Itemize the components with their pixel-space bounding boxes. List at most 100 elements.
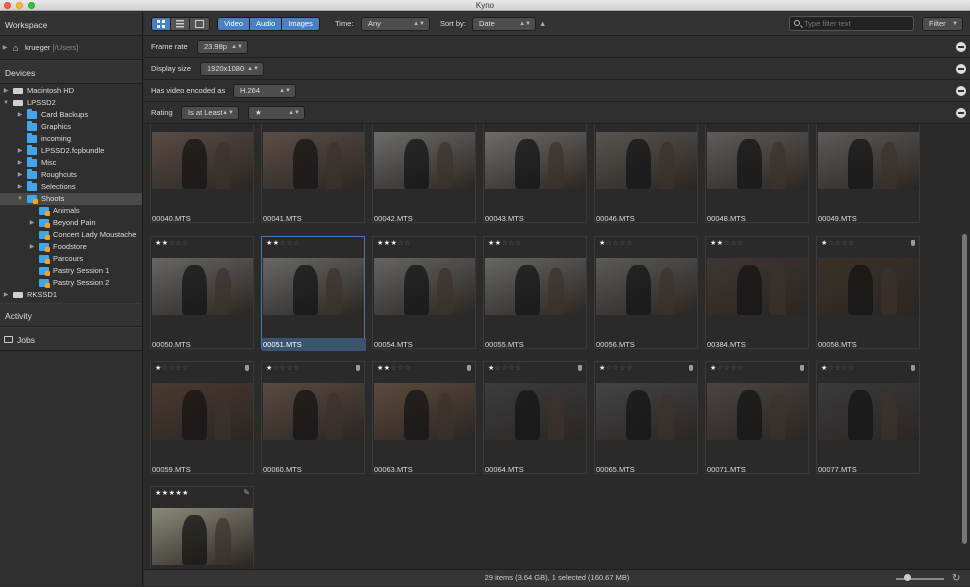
refresh-icon[interactable]: ↻ (952, 571, 960, 587)
star-rating[interactable]: ★☆☆☆☆ (710, 364, 744, 372)
filter-menu-button[interactable]: Filter ▼ (922, 17, 963, 31)
clip-thumbnail[interactable] (152, 258, 253, 315)
jobs-header[interactable]: Jobs (0, 327, 142, 351)
clip-thumbnail[interactable] (596, 258, 697, 315)
clip-tile[interactable]: 00041.MTS (261, 124, 365, 223)
clip-thumbnail[interactable] (818, 383, 919, 440)
tree-item[interactable]: ▶ Roughcuts (0, 169, 142, 181)
sort-direction-button[interactable]: ▲ (539, 18, 546, 30)
remove-filter-button[interactable] (956, 86, 966, 96)
media-type-images-button[interactable]: Images (282, 18, 319, 30)
star-rating[interactable]: ★★☆☆☆ (377, 364, 411, 372)
tree-item[interactable]: ▶ Card Backups (0, 109, 142, 121)
tree-item[interactable]: Pastry Session 2 (0, 277, 142, 289)
clip-tile[interactable]: ★★★★★ ✎ (150, 486, 254, 572)
clip-thumbnail[interactable] (485, 132, 586, 189)
disclosure-icon[interactable]: ▶ (28, 217, 36, 229)
minimize-window-button[interactable] (16, 2, 23, 9)
clip-thumbnail[interactable] (485, 258, 586, 315)
clip-tile[interactable]: ★☆☆☆☆ 00077.MTS (816, 361, 920, 474)
tree-item[interactable]: ▼ LPSSD2 (0, 97, 142, 109)
clip-tile[interactable]: 00042.MTS (372, 124, 476, 223)
star-rating[interactable]: ★☆☆☆☆ (599, 364, 633, 372)
rating-operator-select[interactable]: Is at Least ▲▼ (181, 106, 239, 120)
disclosure-icon[interactable]: ▶ (1, 36, 9, 60)
clip-tile[interactable]: ★☆☆☆☆ 00071.MTS (705, 361, 809, 474)
clip-thumbnail[interactable] (263, 258, 364, 315)
clip-thumbnail[interactable] (374, 132, 475, 189)
star-rating[interactable]: ★☆☆☆☆ (266, 364, 300, 372)
tree-item[interactable]: ▶ Macintosh HD (0, 85, 142, 97)
clip-thumbnail[interactable] (374, 383, 475, 440)
thumbnail-size-knob[interactable] (904, 574, 911, 581)
disclosure-icon[interactable]: ▶ (28, 241, 36, 253)
clip-tile[interactable]: ★☆☆☆☆ 00064.MTS (483, 361, 587, 474)
star-rating[interactable]: ★☆☆☆☆ (821, 239, 855, 247)
tree-item[interactable]: incoming (0, 133, 142, 145)
edit-icon[interactable]: ✎ (243, 488, 250, 497)
tree-item[interactable]: ▶ RKSSD1 (0, 289, 142, 301)
remove-filter-button[interactable] (956, 64, 966, 74)
disclosure-icon[interactable]: ▼ (2, 97, 10, 109)
star-rating[interactable]: ★★★★★ (155, 489, 189, 497)
disclosure-icon[interactable]: ▶ (16, 169, 24, 181)
star-rating[interactable]: ★★☆☆☆ (710, 239, 744, 247)
clip-tile[interactable]: 00046.MTS (594, 124, 698, 223)
clip-thumbnail[interactable] (707, 383, 808, 440)
activity-header[interactable]: Activity (0, 303, 142, 327)
tree-item[interactable]: ▶ Misc (0, 157, 142, 169)
clip-tile[interactable]: 00048.MTS (705, 124, 809, 223)
close-window-button[interactable] (4, 2, 11, 9)
clip-tile[interactable]: ★☆☆☆☆ 00065.MTS (594, 361, 698, 474)
scrollbar-thumb[interactable] (962, 234, 967, 544)
devices-header[interactable]: Devices (0, 60, 142, 84)
star-rating[interactable]: ★★★☆☆ (377, 239, 411, 247)
disclosure-icon[interactable]: ▼ (16, 193, 24, 205)
star-rating[interactable]: ★★☆☆☆ (155, 239, 189, 247)
tree-item[interactable]: Parcours (0, 253, 142, 265)
clip-thumbnail[interactable] (596, 383, 697, 440)
zoom-window-button[interactable] (28, 2, 35, 9)
clip-thumbnail[interactable] (485, 383, 586, 440)
star-rating[interactable]: ★★☆☆☆ (266, 239, 300, 247)
tree-item[interactable]: Pastry Session 1 (0, 265, 142, 277)
clip-thumbnail[interactable] (707, 258, 808, 315)
disclosure-icon[interactable]: ▶ (16, 145, 24, 157)
clip-tile[interactable]: ★☆☆☆☆ 00058.MTS (816, 236, 920, 349)
grid-view-button[interactable] (152, 18, 171, 30)
clip-tile[interactable]: ★★☆☆☆ 00384.MTS (705, 236, 809, 349)
clip-tile[interactable]: ★☆☆☆☆ 00056.MTS (594, 236, 698, 349)
clip-thumbnail[interactable] (818, 258, 919, 315)
rating-value-select[interactable]: ★ ▲▼ (248, 106, 305, 120)
clip-tile[interactable]: ★★☆☆☆ 00050.MTS (150, 236, 254, 349)
clip-thumbnail[interactable] (152, 132, 253, 189)
clip-tile[interactable]: 00040.MTS (150, 124, 254, 223)
clip-thumbnail[interactable] (263, 383, 364, 440)
disclosure-icon[interactable]: ▶ (16, 157, 24, 169)
clip-thumbnail[interactable] (707, 132, 808, 189)
sort-select[interactable]: Date ▲▼ (472, 17, 536, 31)
tree-item[interactable]: Concert Lady Moustache (0, 229, 142, 241)
clip-thumbnail[interactable] (374, 258, 475, 315)
star-rating[interactable]: ★☆☆☆☆ (488, 364, 522, 372)
clip-tile[interactable]: ★★☆☆☆ 00051.MTS (261, 236, 366, 351)
clip-thumbnail[interactable] (263, 132, 364, 189)
tree-item[interactable]: ▶ Beyond Pain (0, 217, 142, 229)
clip-tile[interactable]: ★☆☆☆☆ 00060.MTS (261, 361, 365, 474)
tree-item[interactable]: Graphics (0, 121, 142, 133)
star-rating[interactable]: ★☆☆☆☆ (821, 364, 855, 372)
tree-item[interactable]: ▼ Shoots (0, 193, 142, 205)
workspace-user-item[interactable]: ▶ ⌂ krueger [/Users] (0, 36, 142, 60)
preview-view-button[interactable] (190, 18, 209, 30)
disclosure-icon[interactable]: ▶ (16, 181, 24, 193)
time-select[interactable]: Any ▲▼ (361, 17, 430, 31)
tree-item[interactable]: ▶ Foodstore (0, 241, 142, 253)
grid-scrollbar[interactable] (959, 124, 970, 572)
media-type-video-button[interactable]: Video (218, 18, 251, 30)
clip-thumbnail[interactable] (818, 132, 919, 189)
tree-item[interactable]: ▶ Selections (0, 181, 142, 193)
clip-tile[interactable]: ★☆☆☆☆ 00059.MTS (150, 361, 254, 474)
filter-text-input[interactable] (804, 18, 909, 29)
frame-rate-select[interactable]: 23.98p ▲▼ (197, 40, 248, 54)
remove-filter-button[interactable] (956, 42, 966, 52)
